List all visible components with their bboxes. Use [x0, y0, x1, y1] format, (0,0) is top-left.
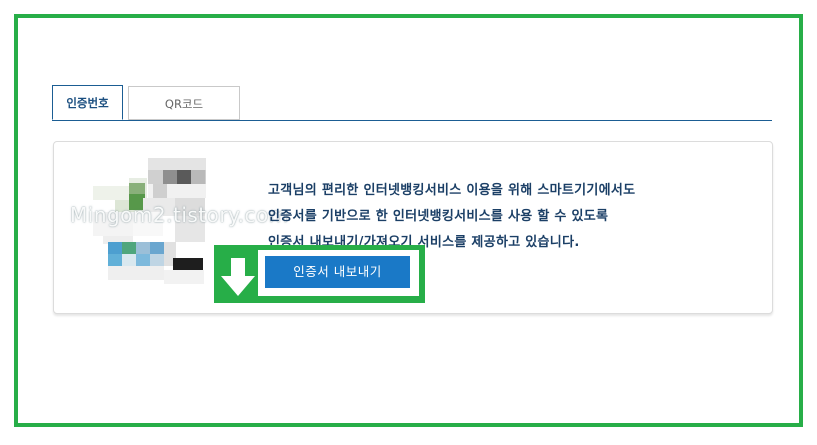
- watermark-text: Mingom2.tistory.com: [70, 203, 289, 227]
- tab-certificate-number[interactable]: 인증번호: [52, 85, 123, 120]
- tab-qr-code[interactable]: QR코드: [128, 86, 240, 120]
- tab-bar: 인증번호 QR코드: [52, 85, 772, 121]
- description-line: 인증서를 기반으로 한 인터넷뱅킹서비스를 사용 할 수 있도록: [268, 209, 609, 224]
- export-certificate-button[interactable]: 인증서 내보내기: [265, 256, 410, 288]
- down-arrow-icon: [221, 258, 255, 296]
- description-line: 고객님의 편리한 인터넷뱅킹서비스 이용을 위해 스마트기기에서도: [268, 183, 636, 198]
